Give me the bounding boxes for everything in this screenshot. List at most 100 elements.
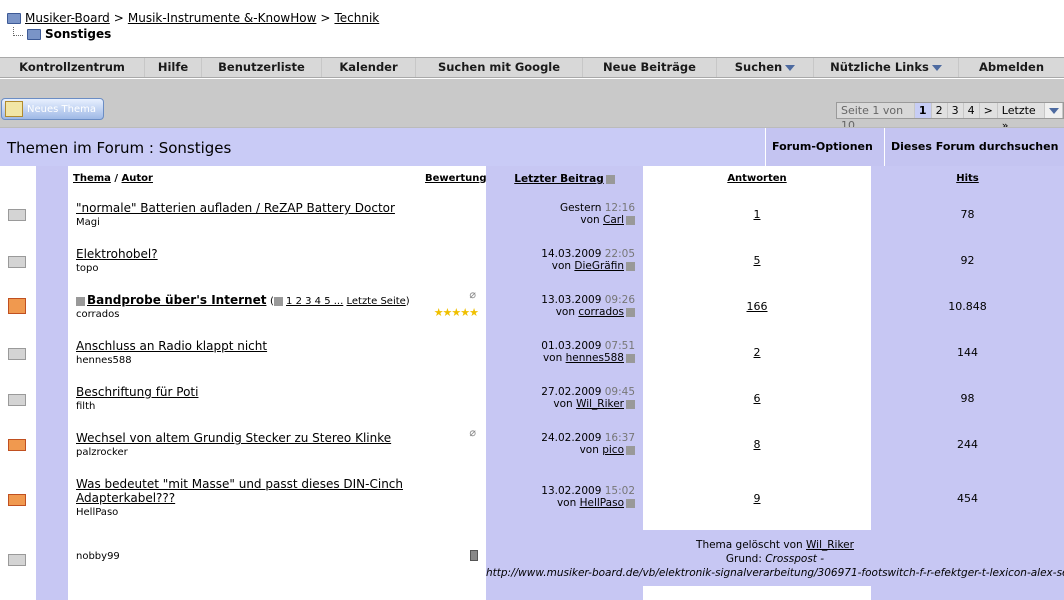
answers-count[interactable]: 6 — [754, 392, 761, 405]
attachment-icon: ⌀ — [469, 288, 476, 301]
pages-icon — [273, 296, 283, 306]
page-info: Seite 1 von 10 — [837, 103, 915, 132]
deletion-notice: Thema gelöscht von Wil_Riker Grund: Cros… — [486, 530, 1064, 586]
page-last[interactable]: Letzte » — [998, 103, 1045, 132]
last-poster[interactable]: pico — [602, 444, 624, 456]
go-last-post-icon[interactable] — [626, 445, 635, 455]
go-last-post-icon[interactable] — [626, 353, 635, 363]
nav-kontrollzentrum[interactable]: Kontrollzentrum — [0, 58, 145, 77]
last-poster[interactable]: Carl — [603, 214, 624, 226]
nav-neue-beitraege[interactable]: Neue Beiträge — [583, 58, 717, 77]
go-last-post-icon[interactable] — [626, 307, 635, 317]
page-jump-dropdown[interactable] — [1045, 103, 1063, 118]
thread-title[interactable]: Beschriftung für Poti — [76, 385, 198, 399]
thread-author[interactable]: nobby99 — [76, 551, 120, 562]
nav-abmelden[interactable]: Abmelden — [959, 58, 1064, 77]
envelope-icon — [8, 348, 26, 360]
attachment-icon: ⌀ — [469, 426, 476, 439]
nav-google[interactable]: Suchen mit Google — [416, 58, 583, 77]
envelope-icon — [8, 394, 26, 406]
navbar: Kontrollzentrum Hilfe Benutzerliste Kale… — [0, 57, 1064, 78]
forum-search-button[interactable]: Dieses Forum durchsuchen — [884, 128, 1064, 188]
pagination: Seite 1 von 10 1 2 3 4 > Letzte » — [836, 102, 1064, 132]
thread-title-cont[interactable]: Adapterkabel??? — [76, 491, 175, 505]
thread-last-page[interactable]: Letzte Seite — [346, 296, 405, 307]
hot-thread-icon — [8, 439, 26, 451]
table-header: Thema / Autor Bewertung Letzter Beitrag … — [0, 166, 1064, 192]
nav-suchen[interactable]: Suchen — [717, 58, 814, 77]
breadcrumb-category[interactable]: Musik-Instrumente &-KnowHow — [128, 10, 317, 26]
envelope-icon — [8, 554, 26, 566]
forum-home-icon — [7, 12, 21, 24]
sort-desc-icon — [605, 174, 615, 184]
forum-options-button[interactable]: Forum-Optionen — [765, 128, 884, 188]
nav-links[interactable]: Nützliche Links — [814, 58, 959, 77]
go-last-post-icon[interactable] — [626, 399, 635, 409]
sort-bewertung[interactable]: Bewertung — [425, 173, 487, 184]
last-poster[interactable]: HellPaso — [580, 497, 624, 509]
thread-title[interactable]: Elektrohobel? — [76, 247, 158, 261]
thread-title[interactable]: Bandprobe über's Internet — [87, 293, 266, 307]
answers-count[interactable]: 9 — [754, 492, 761, 505]
page-3[interactable]: 3 — [948, 103, 964, 118]
last-poster[interactable]: hennes588 — [566, 352, 624, 364]
nav-hilfe[interactable]: Hilfe — [145, 58, 202, 77]
page-2[interactable]: 2 — [932, 103, 948, 118]
envelope-icon — [8, 256, 26, 268]
hits-count: 10.848 — [871, 284, 1064, 330]
thread-title[interactable]: Was bedeutet "mit Masse" und passt diese… — [76, 477, 403, 491]
envelope-icon — [8, 209, 26, 221]
answers-count[interactable]: 166 — [747, 300, 768, 313]
pencil-icon — [5, 101, 23, 117]
deletion-reason-url: http://www.musiker-board.de/vb/elektroni… — [486, 567, 1064, 579]
thread-author[interactable]: HellPaso — [76, 507, 118, 518]
folder-icon — [27, 28, 41, 40]
forum-header: Themen im Forum : Sonstiges Forum-Option… — [0, 127, 1064, 188]
rating-stars-icon: ★★★★★ — [433, 306, 479, 319]
page-4[interactable]: 4 — [964, 103, 980, 118]
sort-thema[interactable]: Thema — [73, 173, 111, 184]
last-poster[interactable]: DieGräfin — [574, 260, 624, 272]
sort-answers[interactable]: Antworten — [727, 173, 786, 184]
answers-count[interactable]: 8 — [754, 438, 761, 451]
breadcrumb-current: Sonstiges — [45, 27, 112, 41]
chevron-down-icon — [1048, 107, 1059, 114]
last-poster[interactable]: Wil_Riker — [576, 398, 624, 410]
thread-author[interactable]: Magi — [76, 217, 100, 228]
answers-count[interactable]: 2 — [754, 346, 761, 359]
thread-author[interactable]: palzrocker — [76, 447, 128, 458]
thread-author[interactable]: corrados — [76, 309, 119, 320]
sort-last-post[interactable]: Letzter Beitrag — [514, 173, 603, 185]
thread-author[interactable]: topo — [76, 263, 99, 274]
page-1: 1 — [914, 103, 932, 118]
answers-count[interactable]: 5 — [754, 254, 761, 267]
hits-count: 454 — [871, 468, 1064, 530]
nav-benutzerliste[interactable]: Benutzerliste — [202, 58, 322, 77]
go-last-post-icon[interactable] — [626, 498, 635, 508]
page-next[interactable]: > — [980, 103, 998, 118]
go-last-post-icon[interactable] — [626, 261, 635, 271]
sort-hits[interactable]: Hits — [956, 173, 979, 184]
hits-count: 98 — [871, 376, 1064, 422]
thread-author[interactable]: hennes588 — [76, 355, 132, 366]
thread-title[interactable]: Wechsel von altem Grundig Stecker zu Ste… — [76, 431, 391, 445]
answers-count[interactable]: 1 — [754, 208, 761, 221]
last-poster[interactable]: corrados — [578, 306, 624, 318]
chevron-down-icon — [785, 64, 796, 71]
new-thread-button[interactable]: Neues Thema — [1, 98, 104, 120]
deleted-by[interactable]: Wil_Riker — [806, 539, 854, 551]
sort-autor[interactable]: Autor — [122, 173, 153, 184]
hot-thread-icon — [8, 298, 26, 314]
thread-title[interactable]: "normale" Batterien aufladen / ReZAP Bat… — [76, 201, 395, 215]
hits-count: 78 — [871, 192, 1064, 238]
hits-count: 92 — [871, 238, 1064, 284]
tree-line-icon — [13, 26, 23, 36]
hot-thread-icon — [8, 494, 26, 506]
breadcrumb-subforum[interactable]: Technik — [334, 10, 379, 26]
nav-kalender[interactable]: Kalender — [322, 58, 416, 77]
go-last-post-icon[interactable] — [626, 215, 635, 225]
thread-pages[interactable]: 1 2 3 4 5 ... — [286, 296, 343, 307]
thread-title[interactable]: Anschluss an Radio klappt nicht — [76, 339, 267, 353]
breadcrumb-home[interactable]: Musiker-Board — [25, 10, 110, 26]
thread-author[interactable]: filth — [76, 401, 95, 412]
